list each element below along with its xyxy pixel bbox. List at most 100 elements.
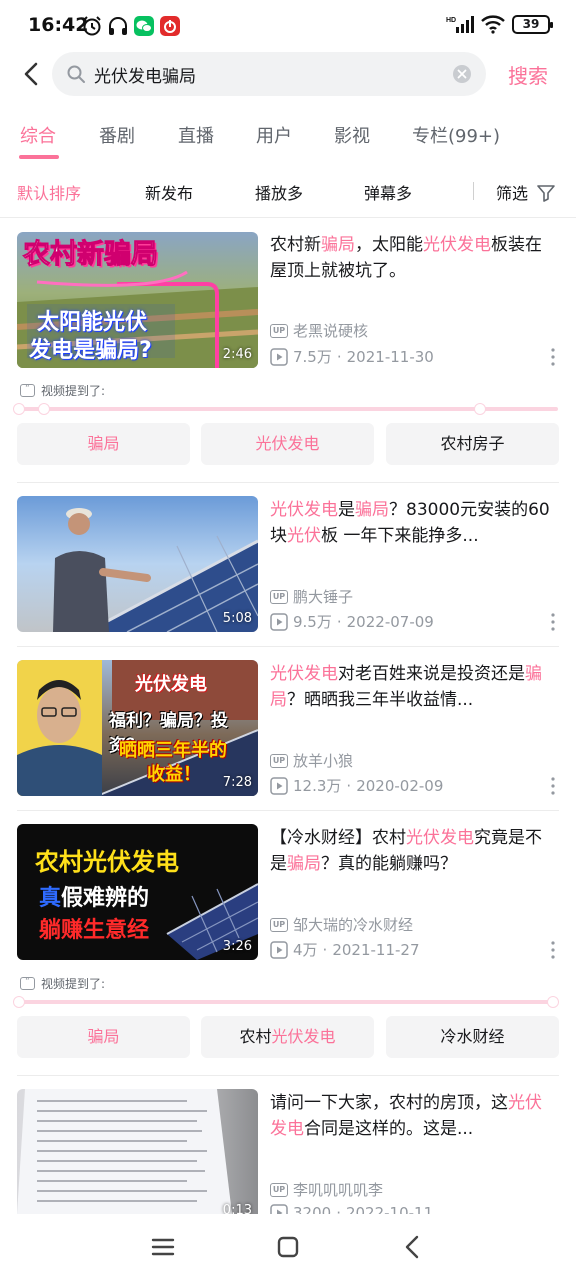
thumbnail-art — [17, 1089, 232, 1214]
sort-default[interactable]: 默认排序 — [17, 180, 81, 204]
video-title[interactable]: 【冷水财经】农村光伏发电究竟是不是骗局？真的能躺赚吗？ — [270, 825, 555, 877]
sort-most-danmaku[interactable]: 弹幕多 — [364, 180, 412, 204]
title-text: 农村新 — [270, 235, 321, 255]
divider — [17, 810, 559, 811]
title-text: 板 一年下来能挣多... — [321, 526, 479, 546]
menu-icon[interactable] — [148, 1232, 178, 1262]
search-icon — [67, 65, 85, 83]
back-nav-icon[interactable] — [398, 1232, 428, 1262]
search-box[interactable] — [52, 52, 486, 96]
up-badge-icon: UP — [270, 1182, 288, 1197]
more-options-icon[interactable] — [547, 346, 559, 368]
separator-dot: · — [336, 347, 342, 366]
tag-highlight: 光伏发电 — [271, 1027, 336, 1046]
timeline-marker[interactable] — [13, 403, 25, 415]
play-count-icon — [270, 776, 288, 795]
mentioned-label: “ 视频提到了: — [20, 975, 105, 992]
up-badge-icon: UP — [270, 917, 288, 932]
clock: 16:42 — [28, 14, 89, 36]
uploader-row[interactable]: UP 放羊小狼 — [270, 750, 353, 771]
title-text: 合同是这样的。这是... — [304, 1119, 474, 1139]
thumbnail-caption: 发电是骗局? — [29, 338, 152, 363]
play-count-icon — [270, 940, 288, 959]
mention-timeline[interactable] — [13, 403, 558, 415]
uploader-row[interactable]: UP 老黑说硬核 — [270, 320, 368, 341]
filter-icon — [537, 185, 555, 202]
video-thumbnail[interactable]: 农村光伏发电 真假难辨的 躺赚生意经 3:26 — [17, 824, 258, 960]
stats-row: 7.5万 · 2021-11-30 — [270, 346, 434, 367]
filter-label: 筛选 — [496, 184, 529, 203]
sort-most-played[interactable]: 播放多 — [255, 180, 303, 204]
tab-bangumi[interactable]: 番剧 — [99, 122, 135, 148]
tag-chip[interactable]: 光伏发电 — [201, 423, 374, 465]
timeline-marker[interactable] — [38, 403, 50, 415]
video-title[interactable]: 农村新骗局，太阳能光伏发电板装在屋顶上就被坑了。 — [270, 232, 555, 284]
search-button[interactable]: 搜索 — [508, 60, 548, 89]
video-thumbnail[interactable]: 农村新骗局 太阳能光伏 发电是骗局? 2:46 — [17, 232, 258, 368]
mentioned-text: 视频提到了: — [41, 977, 106, 991]
view-count: 4万 — [293, 941, 318, 959]
thumbnail-caption: 农村新骗局 — [23, 239, 159, 271]
separator-dot: · — [346, 776, 352, 795]
more-options-icon[interactable] — [547, 939, 559, 961]
more-options-icon[interactable] — [547, 775, 559, 797]
timeline-marker[interactable] — [474, 403, 486, 415]
title-highlight: 光伏发电 — [423, 235, 491, 255]
video-thumbnail[interactable]: 0:13 — [17, 1089, 258, 1214]
wechat-icon — [134, 16, 154, 36]
video-duration: 5:08 — [222, 611, 252, 626]
title-text: ？真的能躺赚吗？ — [321, 854, 457, 874]
uploader-row[interactable]: UP 鹏大锤子 — [270, 586, 353, 607]
uploader-name: 李叽叽叽叽李 — [293, 1181, 384, 1199]
play-count-icon — [270, 612, 288, 631]
home-icon[interactable] — [273, 1232, 303, 1262]
thumbnail-caption: 收益！ — [147, 764, 201, 785]
uploader-name: 老黑说硬核 — [293, 322, 369, 340]
tab-general[interactable]: 综合 — [20, 122, 56, 148]
video-thumbnail[interactable]: 5:08 — [17, 496, 258, 632]
thumbnail-caption: 真 — [39, 886, 62, 911]
video-title[interactable]: 请问一下大家，农村的房顶，这光伏发电合同是这样的。这是... — [270, 1090, 555, 1142]
video-title[interactable]: 光伏发电是骗局？83000元安装的60块光伏板 一年下来能挣多... — [270, 497, 555, 549]
uploader-row[interactable]: UP 李叽叽叽叽李 — [270, 1179, 383, 1200]
uploader-row[interactable]: UP 邹大瑞的冷水财经 — [270, 914, 413, 935]
title-text: 请问一下大家，农村的房顶，这 — [270, 1093, 508, 1113]
tab-users[interactable]: 用户 — [256, 122, 292, 148]
publish-date: 2020-02-09 — [356, 776, 444, 795]
mentioned-label: “ 视频提到了: — [20, 382, 105, 399]
title-text: ，太阳能 — [355, 235, 423, 255]
divider — [17, 646, 559, 647]
video-title[interactable]: 光伏发电对老百姓来说是投资还是骗局？晒晒我三年半收益情... — [270, 661, 555, 713]
tag-chip[interactable]: 农村房子 — [386, 423, 559, 465]
tag-chip[interactable]: 冷水财经 — [386, 1016, 559, 1058]
svg-text:HD: HD — [446, 17, 456, 24]
tag-chip[interactable]: 骗局 — [17, 423, 190, 465]
tab-live[interactable]: 直播 — [178, 122, 214, 148]
filter-button[interactable]: 筛选 — [496, 180, 555, 204]
stats-row: 12.3万 · 2020-02-09 — [270, 775, 443, 796]
uploader-name: 放羊小狼 — [293, 752, 354, 770]
more-options-icon[interactable] — [547, 611, 559, 633]
mentioned-text: 视频提到了: — [41, 384, 106, 398]
active-tab-indicator — [19, 155, 59, 159]
search-input[interactable] — [94, 52, 434, 96]
title-text: 是 — [338, 500, 355, 520]
sort-newest[interactable]: 新发布 — [145, 180, 193, 204]
tab-articles[interactable]: 专栏(99+) — [412, 122, 500, 148]
thumbnail-caption: 躺赚生意经 — [39, 918, 150, 943]
clear-icon[interactable] — [452, 64, 472, 84]
wifi-icon — [481, 15, 505, 34]
uploader-name: 邹大瑞的冷水财经 — [293, 916, 414, 934]
title-highlight: 光伏发电 — [406, 828, 474, 848]
thumbnail-caption: 晒晒三年半的 — [119, 740, 227, 761]
thumbnail-caption-line: 真假难辨的 — [39, 880, 149, 912]
timeline-marker[interactable] — [13, 996, 25, 1008]
timeline-marker[interactable] — [547, 996, 559, 1008]
back-button[interactable] — [18, 60, 46, 88]
mention-timeline[interactable] — [13, 996, 559, 1008]
video-thumbnail[interactable]: 光伏发电 福利？骗局？投资？ 晒晒三年半的 收益！ 7:28 — [17, 660, 258, 796]
tag-chip[interactable]: 骗局 — [17, 1016, 190, 1058]
tab-movies[interactable]: 影视 — [334, 122, 370, 148]
tag-chip[interactable]: 农村光伏发电 — [201, 1016, 374, 1058]
quote-icon: “ — [20, 977, 35, 990]
